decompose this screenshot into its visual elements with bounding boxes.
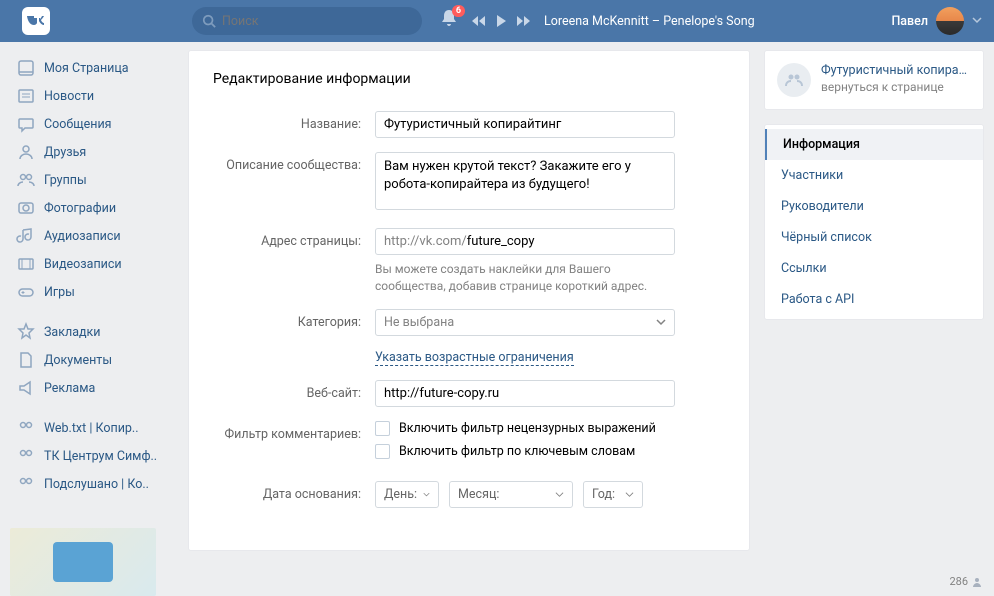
tab-info[interactable]: Информация <box>765 129 983 160</box>
nav-group-3[interactable]: Подслушано | Ко.. <box>10 470 174 498</box>
tab-managers[interactable]: Руководители <box>765 191 983 222</box>
filter-label: Фильтр комментариев: <box>213 421 375 442</box>
nav-bookmarks[interactable]: Закладки <box>10 318 174 346</box>
desc-label: Описание сообщества: <box>213 152 375 173</box>
now-playing[interactable]: Loreena McKennitt – Penelope's Song <box>544 14 755 29</box>
chevron-down-icon <box>555 490 564 499</box>
url-value: future_copy <box>467 234 535 249</box>
name-input[interactable] <box>375 111 675 138</box>
cat-label: Категория: <box>213 309 375 330</box>
month-select[interactable]: Месяц: <box>449 481 573 508</box>
nav-group-2[interactable]: ТК Центрум Симф.. <box>10 442 174 470</box>
group-name-link[interactable]: Футуристичный копирай... <box>821 63 971 78</box>
notif-badge: 6 <box>452 5 465 17</box>
notifications-button[interactable]: 6 <box>440 9 458 33</box>
year-select[interactable]: Год: <box>583 481 643 508</box>
avatar <box>936 7 964 35</box>
nav-video[interactable]: Видеозаписи <box>10 250 174 278</box>
next-button[interactable] <box>516 14 530 28</box>
online-counter: 286 <box>949 575 982 588</box>
group-avatar <box>777 63 811 97</box>
name-label: Название: <box>213 111 375 132</box>
nav-messages[interactable]: Сообщения <box>10 110 174 138</box>
sidebar: Моя Страница Новости Сообщения Друзья Гр… <box>10 50 174 596</box>
nav-my-page[interactable]: Моя Страница <box>10 54 174 82</box>
nav-ads[interactable]: Реклама <box>10 374 174 402</box>
group-header-card: Футуристичный копирай... вернуться к стр… <box>764 50 984 110</box>
tab-blacklist[interactable]: Чёрный список <box>765 222 983 253</box>
settings-tabs: Информация Участники Руководители Чёрный… <box>764 124 984 320</box>
nav-group-1[interactable]: Web.txt | Копир.. <box>10 414 174 442</box>
desc-input[interactable] <box>375 152 675 210</box>
person-icon <box>972 577 982 587</box>
chevron-down-icon <box>656 317 666 327</box>
tab-links[interactable]: Ссылки <box>765 253 983 284</box>
sidebar-thumbnail[interactable] <box>10 528 156 596</box>
category-select[interactable]: Не выбрана <box>375 309 675 336</box>
back-to-page-link[interactable]: вернуться к странице <box>821 80 971 94</box>
nav-friends[interactable]: Друзья <box>10 138 174 166</box>
url-label: Адрес страницы: <box>213 228 375 249</box>
date-label: Дата основания: <box>213 481 375 502</box>
tab-members[interactable]: Участники <box>765 160 983 191</box>
player-controls <box>472 14 530 28</box>
vk-logo[interactable] <box>22 7 50 35</box>
tab-api[interactable]: Работа с API <box>765 284 983 315</box>
nav-audio[interactable]: Аудиозаписи <box>10 222 174 250</box>
checkbox-icon <box>375 444 390 459</box>
search-icon <box>202 14 216 28</box>
nav-games[interactable]: Игры <box>10 278 174 306</box>
chevron-down-icon <box>423 490 430 499</box>
search-box[interactable] <box>192 7 422 35</box>
header: 6 Loreena McKennitt – Penelope's Song Па… <box>0 0 994 42</box>
url-prefix: http://vk.com/ <box>384 234 467 249</box>
chevron-down-icon <box>625 490 634 499</box>
url-input[interactable]: http://vk.com/future_copy <box>375 228 675 255</box>
play-button[interactable] <box>494 14 508 28</box>
nav-photos[interactable]: Фотографии <box>10 194 174 222</box>
edit-form: Редактирование информации Название: Опис… <box>188 50 750 551</box>
nav-docs[interactable]: Документы <box>10 346 174 374</box>
filter-profanity-row[interactable]: Включить фильтр нецензурных выражений <box>375 421 675 436</box>
page-title: Редактирование информации <box>213 71 725 87</box>
chevron-down-icon <box>972 14 982 29</box>
checkbox-icon <box>375 421 390 436</box>
search-input[interactable] <box>222 14 412 29</box>
nav-news[interactable]: Новости <box>10 82 174 110</box>
user-menu[interactable]: Павел <box>891 7 982 35</box>
prev-button[interactable] <box>472 14 486 28</box>
day-select[interactable]: День: <box>375 481 439 508</box>
username: Павел <box>891 14 928 29</box>
filter-keywords-row[interactable]: Включить фильтр по ключевым словам <box>375 444 675 459</box>
site-label: Веб-сайт: <box>213 380 375 401</box>
age-restrictions-link[interactable]: Указать возрастные ограничения <box>375 350 574 366</box>
url-hint: Вы можете создать наклейки для Вашего со… <box>375 261 675 295</box>
nav-groups[interactable]: Группы <box>10 166 174 194</box>
website-input[interactable] <box>375 380 675 407</box>
